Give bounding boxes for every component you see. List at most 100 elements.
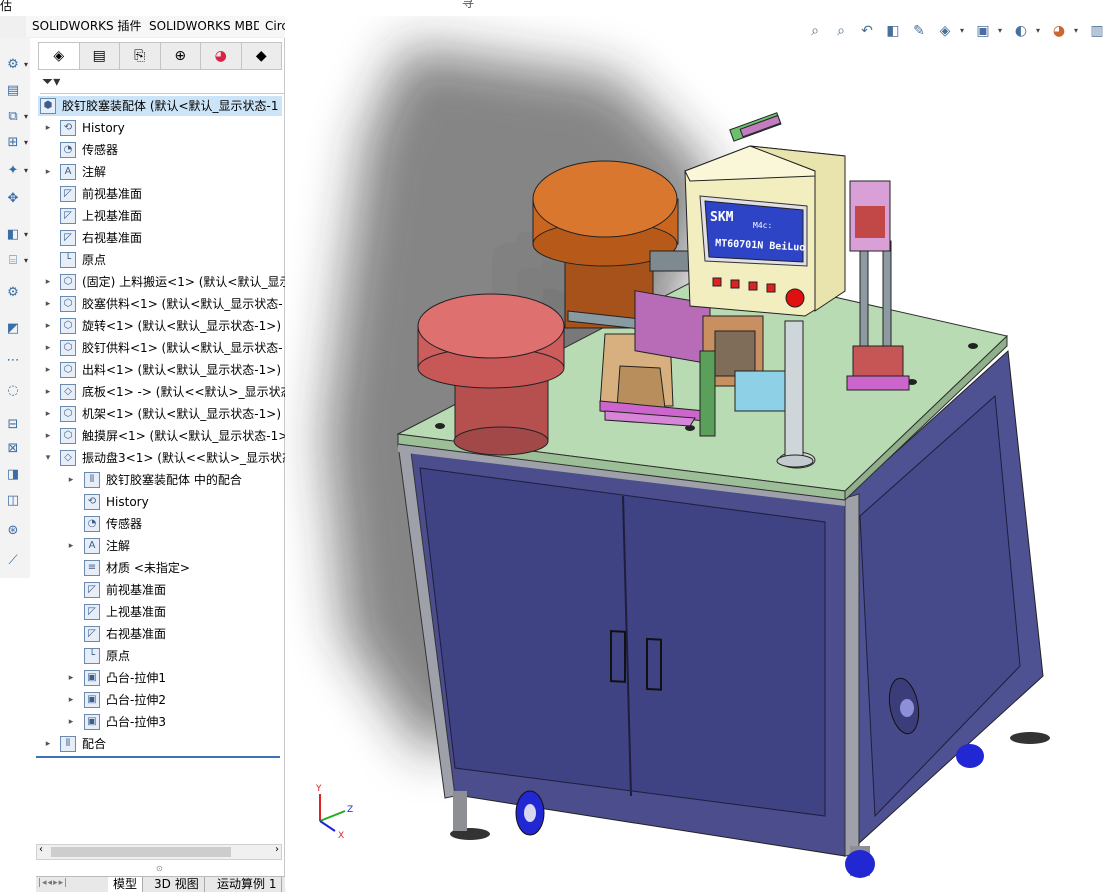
display-manager-tab[interactable]: ◕ — [201, 43, 242, 69]
tree-item[interactable]: ▸ ◇ 底板<1> -> (默认<<默认>_显示状态 — [38, 382, 293, 402]
tree-item[interactable]: ▸ ▣ 凸台-拉伸2 — [38, 690, 282, 710]
hole-series-icon[interactable]: ⊛ — [2, 522, 24, 540]
tree-item-label: 振动盘3<1> (默认<<默认>_显示状态 — [82, 451, 295, 465]
tree-item[interactable]: ▸ ⫴ 配合 — [38, 734, 282, 754]
expand-arrow-icon[interactable]: ▸ — [66, 690, 76, 710]
screen-small-text: M4c: — [753, 221, 772, 230]
tab-solidworks-addins[interactable]: SOLIDWORKS 插件 — [26, 16, 149, 37]
new-motion-study-icon[interactable]: ◩ — [2, 320, 24, 338]
expand-arrow-icon[interactable]: ▸ — [43, 426, 53, 446]
tree-item[interactable]: ◔ 传感器 — [38, 514, 282, 534]
smart-fasteners-icon[interactable]: ✦ — [2, 162, 24, 180]
linear-pattern-icon[interactable]: ⊞ — [2, 134, 24, 152]
take-snapshot-icon[interactable]: ◨ — [2, 466, 24, 484]
property-manager-tab[interactable]: ▤ — [80, 43, 120, 69]
assembly-tool-icon[interactable]: ⚙ — [2, 56, 24, 74]
expand-arrow-icon[interactable]: ▸ — [43, 360, 53, 380]
tree-item[interactable]: ◸ 上视基准面 — [38, 602, 282, 622]
tree-root-assembly[interactable]: ⬢ 胶钉胶塞装配体 (默认<默认_显示状态-1 — [38, 96, 282, 116]
screen-brand-text: SKM — [710, 210, 734, 225]
ruler-icon[interactable]: ⟋ — [2, 552, 24, 570]
assembly-icon: ⬢ — [40, 98, 56, 114]
expand-arrow-icon[interactable]: ▸ — [66, 712, 76, 732]
tree-item-label: 旋转<1> (默认<默认_显示状态-1>) — [82, 319, 281, 333]
expand-arrow-icon[interactable]: ▸ — [66, 470, 76, 490]
assembly-features-icon[interactable]: ⌸ — [2, 252, 24, 270]
tree-item-label: 材质 <未指定> — [106, 561, 190, 575]
subassembly-icon: ⬡ — [60, 340, 76, 356]
tree-item[interactable]: ▸ ⬡ 出料<1> (默认<默认_显示状态-1>) — [38, 360, 282, 380]
tree-item[interactable]: ◸ 前视基准面 — [38, 580, 282, 600]
expand-arrow-icon[interactable]: ▸ — [43, 272, 53, 292]
feature-manager-tab[interactable]: ◈ — [39, 43, 80, 69]
tree-item[interactable]: ▸ ⬡ 旋转<1> (默认<默认_显示状态-1>) — [38, 316, 282, 336]
panel-resize-grip[interactable]: ⊙ — [156, 864, 163, 873]
triad-x-label: X — [338, 831, 344, 841]
expand-arrow-icon[interactable]: ▸ — [66, 668, 76, 688]
tab-motion-study[interactable]: 运动算例 1 — [212, 877, 283, 892]
tree-item[interactable]: ▸ ▣ 凸台-拉伸1 — [38, 668, 282, 688]
tree-item[interactable]: ▸ ⬡ 胶钉供料<1> (默认<默认_显示状态- — [38, 338, 283, 358]
show-hidden-icon[interactable]: ◧ — [2, 226, 24, 244]
move-component-icon[interactable]: ✥ — [2, 190, 24, 208]
tree-item[interactable]: ≡ 材质 <未指定> — [38, 558, 282, 578]
expand-arrow-icon[interactable]: ▸ — [43, 294, 53, 314]
subassembly-icon: ⬡ — [60, 406, 76, 422]
expand-arrow-icon[interactable]: ▸ — [43, 734, 53, 754]
filter-icon[interactable]: ⏷▾ — [42, 74, 60, 90]
tree-item[interactable]: └ 原点 — [38, 250, 282, 270]
scroll-thumb[interactable] — [51, 847, 231, 857]
tree-item[interactable]: ▸ ⟲ History — [38, 118, 282, 138]
expand-arrow-icon[interactable]: ▸ — [43, 162, 53, 182]
configuration-manager-tab[interactable]: ⎘ — [120, 43, 161, 69]
tab-scroll-arrows-icon[interactable]: |◂◂▸▸| — [38, 878, 68, 888]
history-icon: ⟲ — [60, 120, 76, 136]
expand-arrow-icon[interactable]: ▸ — [43, 338, 53, 358]
tree-item[interactable]: ▸ ⬡ 机架<1> (默认<默认_显示状态-1>) — [38, 404, 282, 424]
horizontal-scrollbar[interactable]: ‹ › — [36, 844, 282, 860]
scroll-left-icon[interactable]: ‹ — [39, 844, 43, 855]
tree-item[interactable]: ◸ 上视基准面 — [38, 206, 282, 226]
top-center-char: 寻 — [462, 0, 475, 10]
mate-icon[interactable]: ⧉ — [2, 108, 24, 126]
large-assembly-icon[interactable]: ◫ — [2, 492, 24, 510]
scroll-right-icon[interactable]: › — [275, 844, 279, 855]
tree-item[interactable]: └ 原点 — [38, 646, 282, 666]
tree-item[interactable]: ◔ 传感器 — [38, 140, 282, 160]
expand-arrow-icon[interactable]: ▸ — [43, 382, 53, 402]
tab-model[interactable]: 模型 — [108, 877, 144, 892]
bill-of-materials-icon[interactable]: ⋯ — [2, 352, 24, 370]
expand-arrow-icon[interactable]: ▸ — [43, 316, 53, 336]
tree-item[interactable]: ▸ ▣ 凸台-拉伸3 — [38, 712, 282, 732]
tree-item[interactable]: ▸ ⬡ (固定) 上料搬运<1> (默认<默认_显示 — [38, 272, 291, 292]
dimxpert-manager-tab[interactable]: ⊕ — [161, 43, 201, 69]
exploded-view-icon[interactable]: ◌ — [2, 382, 24, 400]
tree-item[interactable]: ▸ A 注解 — [38, 162, 282, 182]
insert-component-icon[interactable]: ▤ — [2, 82, 24, 100]
tree-item[interactable]: ◸ 前视基准面 — [38, 184, 282, 204]
tab-solidworks-mbd[interactable]: SOLIDWORKS MBD — [143, 16, 270, 37]
tree-item[interactable]: ▸ ⫴ 胶钉胶塞装配体 中的配合 — [38, 470, 282, 490]
expand-arrow-icon[interactable]: ▸ — [66, 536, 76, 556]
more-tab[interactable]: ◆ — [242, 43, 282, 69]
tree-item[interactable]: ▸ ⬡ 胶塞供料<1> (默认<默认_显示状态- — [38, 294, 283, 314]
graphics-viewport[interactable]: ⌕ ⌕ ↶ ◧ ✎ ◈ ▾ ▣ ▾ ◐ ▾ ◕ ▾ ▥ SKM M4c: MT6… — [285, 16, 1112, 891]
tree-item[interactable]: ◸ 右视基准面 — [38, 228, 282, 248]
tree-item[interactable]: ⟲ History — [38, 492, 282, 512]
tree-item-label: 右视基准面 — [82, 231, 143, 245]
reference-geometry-icon[interactable]: ⚙ — [2, 284, 24, 302]
tree-item[interactable]: ▸ ⬡ 触摸屏<1> (默认<默认_显示状态-1>) — [38, 426, 293, 446]
tree-item-label: 原点 — [82, 253, 107, 267]
tree-item-label: 前视基准面 — [82, 187, 143, 201]
update-speedpak-icon[interactable]: ⊠ — [2, 440, 24, 458]
tree-item[interactable]: ▸ A 注解 — [38, 536, 282, 556]
expand-arrow-icon[interactable]: ▸ — [43, 404, 53, 424]
part-icon: ◇ — [60, 384, 76, 400]
tab-3d-view[interactable]: 3D 视图 — [149, 877, 205, 892]
tree-item[interactable]: ◸ 右视基准面 — [38, 624, 282, 644]
expand-arrow-icon[interactable]: ▸ — [43, 118, 53, 138]
instant3d-icon[interactable]: ⊟ — [2, 416, 24, 434]
tree-item[interactable]: ▾ ◇ 振动盘3<1> (默认<<默认>_显示状态 — [38, 448, 294, 468]
subassembly-icon: ⬡ — [60, 296, 76, 312]
collapse-arrow-icon[interactable]: ▾ — [43, 448, 53, 468]
